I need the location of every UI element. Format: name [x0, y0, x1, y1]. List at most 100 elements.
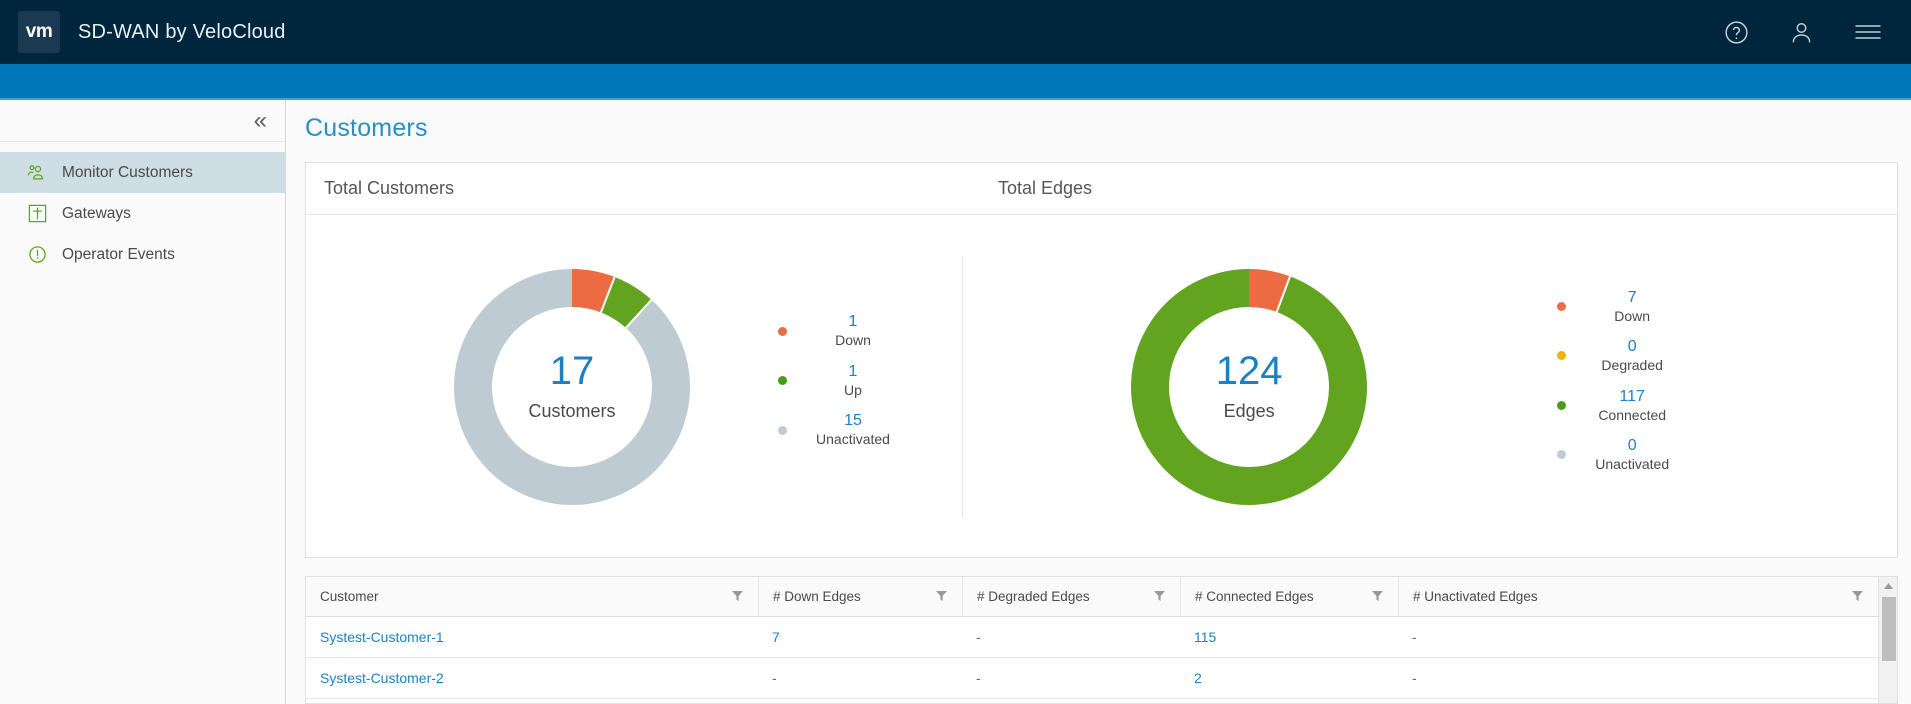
customers-table-inner: Customer # Down Edges # Degraded Edges #… [306, 577, 1878, 703]
legend-color-dot [1557, 400, 1567, 410]
cell-down-edges[interactable]: 7 [758, 617, 962, 657]
column-header-customer[interactable]: Customer [306, 577, 758, 616]
legend-value: 0 [1627, 338, 1637, 355]
legend-color-dot [1557, 450, 1567, 460]
sidebar-nav: Monitor Customers Gateways Operator Even… [0, 142, 285, 275]
sidebar-collapse-button[interactable]: « [0, 100, 285, 142]
legend-value: 0 [1627, 437, 1637, 454]
app-title: SD-WAN by VeloCloud [78, 20, 286, 43]
column-label: # Degraded Edges [977, 589, 1090, 604]
legend-text: 0 Degraded [1584, 337, 1680, 375]
legend-label: Down [835, 332, 871, 349]
gateway-icon [26, 203, 48, 225]
column-header-unactivated-edges[interactable]: # Unactivated Edges [1398, 577, 1878, 616]
legend-color-dot [1557, 351, 1567, 361]
sidebar-item-gateways[interactable]: Gateways [0, 193, 285, 234]
table-body: Systest-Customer-1 7-115- Systest-Customer… [306, 617, 1878, 699]
customers-table: Customer # Down Edges # Degraded Edges #… [305, 576, 1898, 704]
chevron-double-left-icon: « [253, 106, 267, 134]
column-header-down-edges[interactable]: # Down Edges [758, 577, 962, 616]
total-edges-header: Total Edges [998, 178, 1093, 198]
edges-legend-item[interactable]: 117 Connected [1557, 387, 1680, 425]
filter-icon[interactable] [1153, 589, 1166, 605]
legend-text: 117 Connected [1584, 387, 1680, 425]
cell-customer-name[interactable]: Systest-Customer-1 [306, 617, 758, 657]
customers-total-label: Customers [528, 401, 616, 421]
scrollbar-thumb[interactable] [1882, 597, 1896, 661]
cell-degraded-edges: - [976, 670, 981, 686]
customers-donut-center: 17 Customers [492, 306, 652, 467]
legend-color-dot [778, 376, 787, 385]
customers-donut-chart: 17 Customers [454, 268, 690, 505]
main-content: Customers Total Customers Total Edges 17… [287, 100, 1911, 704]
user-icon[interactable] [1788, 19, 1815, 46]
cell-unactivated-edges: - [1412, 629, 1417, 645]
table-scrollbar[interactable] [1878, 577, 1897, 703]
filter-icon[interactable] [1851, 589, 1864, 605]
cell-connected-edges[interactable]: 2 [1180, 658, 1398, 698]
column-label: Customer [320, 589, 379, 604]
sidebar-item-label: Operator Events [62, 245, 175, 263]
charts-card-header: Total Customers Total Edges [306, 163, 1897, 215]
edges-legend-item[interactable]: 0 Unactivated [1557, 436, 1680, 474]
legend-label: Unactivated [1595, 456, 1670, 472]
legend-label: Connected [1598, 406, 1667, 423]
legend-text: 1 Up [805, 362, 901, 400]
scroll-up-arrow-icon[interactable] [1879, 577, 1897, 595]
app-header: vm SD-WAN by VeloCloud [0, 0, 1911, 64]
table-row[interactable]: Systest-Customer-2- -2- [306, 658, 1878, 699]
edges-total-value: 124 [1215, 349, 1283, 393]
column-label: # Down Edges [773, 589, 861, 604]
total-customers-header: Total Customers [324, 178, 455, 198]
legend-value: 7 [1627, 288, 1637, 306]
edges-legend-item[interactable]: 0 Degraded [1557, 337, 1680, 375]
legend-text: 7 Down [1584, 288, 1680, 326]
legend-value: 1 [848, 313, 858, 331]
legend-text: 1 Down [805, 312, 901, 350]
sidebar-item-monitor-customers[interactable]: Monitor Customers [0, 152, 285, 193]
edges-legend-item[interactable]: 7 Down [1557, 288, 1680, 326]
customers-legend: 1 Down 1 Up 15 Unactivated [778, 312, 901, 461]
legend-label: Degraded [1601, 357, 1663, 373]
summary-charts-card: Total Customers Total Edges 17 Customers… [305, 162, 1898, 558]
edges-total-label: Edges [1223, 401, 1275, 421]
legend-value: 117 [1619, 387, 1645, 405]
legend-label: Down [1614, 307, 1651, 324]
cell-customer-name[interactable]: Systest-Customer-2 [306, 658, 758, 698]
customers-legend-item[interactable]: 15 Unactivated [778, 411, 901, 449]
edges-donut-center: 124 Edges [1169, 306, 1330, 467]
cell-degraded-edges: - [976, 629, 981, 645]
legend-color-dot [1557, 301, 1567, 311]
column-header-connected-edges[interactable]: # Connected Edges [1180, 577, 1398, 616]
sidebar-item-operator-events[interactable]: Operator Events [0, 234, 285, 275]
events-icon [26, 244, 48, 266]
cell-unactivated-edges: - [1412, 670, 1417, 686]
legend-color-dot [778, 326, 787, 336]
legend-value: 1 [848, 362, 858, 380]
edges-donut-chart: 124 Edges [1131, 268, 1368, 505]
menu-icon[interactable] [1853, 20, 1883, 44]
column-label: # Connected Edges [1195, 589, 1314, 604]
customers-legend-item[interactable]: 1 Down [778, 312, 901, 350]
legend-value: 15 [844, 412, 862, 430]
legend-label: Up [844, 381, 862, 398]
column-label: # Unactivated Edges [1413, 589, 1538, 604]
legend-text: 15 Unactivated [805, 411, 901, 449]
customers-legend-item[interactable]: 1 Up [778, 362, 901, 400]
cell-connected-edges[interactable]: 115 [1180, 617, 1398, 657]
sidebar-item-label: Monitor Customers [62, 163, 193, 181]
table-header-row: Customer # Down Edges # Degraded Edges #… [306, 577, 1878, 617]
table-row[interactable]: Systest-Customer-1 7-115- [306, 617, 1878, 658]
column-header-degraded-edges[interactable]: # Degraded Edges [962, 577, 1180, 616]
total-customers-chart-panel: 17 Customers 1 Down 1 Up 15 Unactivated [306, 215, 962, 558]
sidebar: « Monitor Customers Gateways Operator Ev… [0, 100, 286, 704]
edges-legend: 7 Down 0 Degraded 117 Connected 0 Unactivated [1557, 288, 1680, 486]
filter-icon[interactable] [935, 589, 948, 605]
filter-icon[interactable] [1371, 589, 1384, 605]
filter-icon[interactable] [731, 589, 744, 605]
legend-text: 0 Unactivated [1584, 436, 1680, 474]
customers-icon [26, 162, 48, 184]
help-icon[interactable] [1723, 19, 1750, 46]
total-edges-chart-panel: 124 Edges 7 Down 0 Degraded 117 Connected 0 Una… [963, 215, 1897, 558]
legend-color-dot [778, 425, 787, 435]
